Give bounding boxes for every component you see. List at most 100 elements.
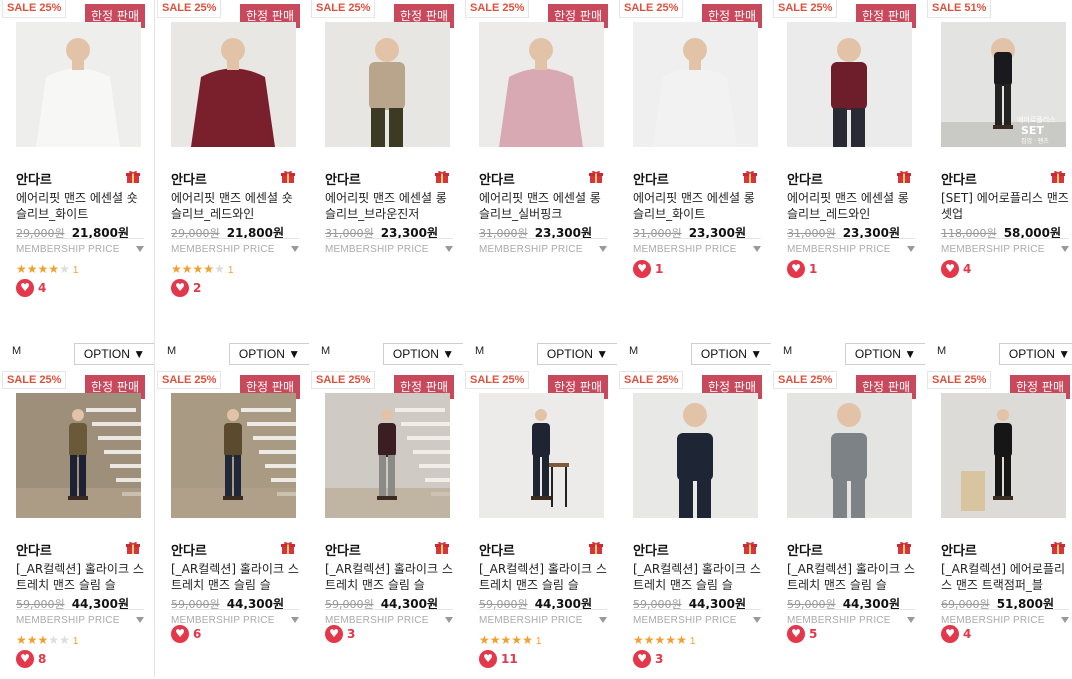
gift-icon	[126, 541, 140, 554]
membership-price-label: MEMBERSHIP PRICE	[325, 244, 429, 255]
brand-name: 안다르	[16, 544, 52, 559]
product-card[interactable]: SALE 25% 한정 판매 안다르 [_AR컬렉션] 홀라이크 스트레치 맨즈 슬림…	[155, 365, 310, 677]
star-icon: ★	[26, 633, 38, 647]
product-image[interactable]	[787, 22, 912, 147]
brand-name: 안다르	[787, 173, 823, 188]
product-name[interactable]: [SET] 에어로플리스 맨즈 셋업	[941, 190, 1071, 222]
like-button[interactable]: ♥ 4	[16, 277, 47, 297]
star-icon: ★	[48, 633, 60, 647]
option-button[interactable]: OPTION ▼	[691, 343, 771, 365]
product-card[interactable]: SALE 25% 한정 판매 안다르 에어리핏 맨즈 에센셜 롱슬리브_실버핑크 31,…	[463, 0, 618, 371]
product-name[interactable]: [_AR컬렉션] 홀라이크 스트레치 맨즈 슬림 슬	[16, 561, 146, 593]
product-card[interactable]: SALE 25% 한정 판매 안다르 [_AR컬렉션] 홀라이크 스트레치 맨즈 슬림…	[0, 365, 155, 677]
star-icon: ★	[171, 262, 182, 276]
gift-icon	[281, 541, 295, 554]
size-label: M	[783, 345, 793, 357]
product-card[interactable]: SALE 25% 한정 판매 안다르 에어리핏 맨즈 에센셜 숏슬리브_화이트 29,0…	[0, 0, 155, 371]
sale-badge: SALE 25%	[465, 0, 530, 18]
sale-badge: SALE 51%	[927, 0, 992, 18]
product-image[interactable]: 에어로플리스 SET 집업 · 팬츠	[941, 22, 1066, 147]
membership-price-toggle[interactable]: MEMBERSHIP PRICE	[479, 609, 607, 631]
like-count: 4	[38, 280, 47, 295]
product-image[interactable]	[325, 393, 450, 518]
gift-icon	[743, 170, 757, 183]
membership-price-toggle[interactable]: MEMBERSHIP PRICE	[16, 238, 144, 260]
product-card[interactable]: SALE 51% 에어로플리스 SET 집업 · 팬츠 안다르 [SET] 에어로플리스 …	[925, 0, 1072, 371]
product-card[interactable]: SALE 25% 한정 판매 안다르 [_AR컬렉션] 에어로플리스 맨즈 트랙점퍼_…	[925, 365, 1072, 677]
membership-price-toggle[interactable]: MEMBERSHIP PRICE	[787, 238, 915, 260]
product-image[interactable]	[171, 393, 296, 518]
like-button[interactable]: ♥ 5	[787, 623, 817, 643]
membership-price-toggle[interactable]: MEMBERSHIP PRICE	[325, 238, 453, 260]
rating-count: 1	[227, 265, 234, 276]
product-image[interactable]	[16, 393, 141, 518]
product-card[interactable]: SALE 25% 한정 판매 안다르 에어리핏 맨즈 에센셜 숏슬리브_레드와인 29,…	[155, 0, 310, 371]
product-card[interactable]: SALE 25% 한정 판매 안다르 [_AR컬렉션] 홀라이크 스트레치 맨즈 슬림…	[463, 365, 618, 677]
option-button[interactable]: OPTION ▼	[383, 343, 463, 365]
product-card[interactable]: SALE 25% 한정 판매 안다르 에어리핏 맨즈 에센셜 롱슬리브_브라운진저 31…	[309, 0, 464, 371]
membership-price-toggle[interactable]: MEMBERSHIP PRICE	[171, 238, 299, 260]
product-image[interactable]	[633, 393, 758, 518]
brand-name: 안다르	[479, 173, 515, 188]
like-button[interactable]: ♥ 6	[171, 623, 201, 643]
product-name[interactable]: 에어리핏 맨즈 에센셜 롱슬리브_브라운진저	[325, 190, 455, 222]
product-image[interactable]	[325, 22, 450, 147]
chevron-down-icon	[907, 617, 915, 623]
product-name[interactable]: 에어리핏 맨즈 에센셜 숏슬리브_레드와인	[171, 190, 301, 222]
product-name[interactable]: [_AR컬렉션] 에어로플리스 맨즈 트랙점퍼_블	[941, 561, 1071, 593]
product-card[interactable]: SALE 25% 한정 판매 안다르 [_AR컬렉션] 홀라이크 스트레치 맨즈 슬림…	[771, 365, 926, 677]
product-name[interactable]: [_AR컬렉션] 홀라이크 스트레치 맨즈 슬림 슬	[479, 561, 609, 593]
product-image[interactable]	[941, 393, 1066, 518]
product-name[interactable]: 에어리핏 맨즈 에센셜 롱슬리브_실버핑크	[479, 190, 609, 222]
product-image[interactable]	[479, 22, 604, 147]
product-name[interactable]: [_AR컬렉션] 홀라이크 스트레치 맨즈 슬림 슬	[171, 561, 301, 593]
rating: ★★★★★ 1	[16, 258, 78, 276]
product-card[interactable]: SALE 25% 한정 판매 안다르 [_AR컬렉션] 홀라이크 스트레치 맨즈 슬림…	[309, 365, 464, 677]
product-image[interactable]	[171, 22, 296, 147]
like-button[interactable]: ♥ 1	[787, 258, 818, 278]
like-count: 11	[501, 651, 518, 666]
product-name[interactable]: 에어리핏 맨즈 에센셜 롱슬리브_화이트	[633, 190, 763, 222]
product-image[interactable]	[787, 393, 912, 518]
chevron-down-icon	[445, 617, 453, 623]
option-button[interactable]: OPTION ▼	[537, 343, 617, 365]
option-button[interactable]: OPTION ▼	[74, 343, 154, 365]
like-button[interactable]: ♥ 1	[633, 258, 663, 278]
star-icon: ★	[59, 262, 70, 276]
product-card[interactable]: SALE 25% 한정 판매 안다르 에어리핏 맨즈 에센셜 롱슬리브_레드와인 31,…	[771, 0, 926, 371]
like-button[interactable]: ♥ 3	[633, 648, 663, 668]
like-button[interactable]: ♥ 4	[941, 258, 971, 278]
product-name[interactable]: 에어리핏 맨즈 에센셜 숏슬리브_화이트	[16, 190, 146, 222]
like-button[interactable]: ♥ 11	[479, 648, 518, 668]
product-name[interactable]: [_AR컬렉션] 홀라이크 스트레치 맨즈 슬림 슬	[325, 561, 455, 593]
like-button[interactable]: ♥ 2	[171, 277, 201, 297]
product-image[interactable]	[16, 22, 141, 147]
heart-icon: ♥	[325, 624, 343, 643]
option-button[interactable]: OPTION ▼	[999, 343, 1072, 365]
sale-badge: SALE 25%	[927, 371, 992, 389]
gift-icon	[281, 170, 295, 183]
chevron-down-icon	[753, 246, 761, 252]
product-name[interactable]: [_AR컬렉션] 홀라이크 스트레치 맨즈 슬림 슬	[633, 561, 763, 593]
like-button[interactable]: ♥ 4	[941, 623, 971, 643]
product-name[interactable]: [_AR컬렉션] 홀라이크 스트레치 맨즈 슬림 슬	[787, 561, 917, 593]
option-button[interactable]: OPTION ▼	[229, 343, 309, 365]
gift-icon	[1051, 170, 1065, 183]
like-button[interactable]: ♥ 8	[16, 648, 46, 668]
like-count: 1	[809, 261, 818, 276]
chevron-down-icon	[599, 246, 607, 252]
option-button[interactable]: OPTION ▼	[845, 343, 925, 365]
membership-price-toggle[interactable]: MEMBERSHIP PRICE	[16, 609, 144, 631]
like-button[interactable]: ♥ 3	[325, 623, 355, 643]
product-image[interactable]	[479, 393, 604, 518]
product-image[interactable]	[633, 22, 758, 147]
gift-icon	[1051, 541, 1065, 554]
membership-price-toggle[interactable]: MEMBERSHIP PRICE	[479, 238, 607, 260]
membership-price-toggle[interactable]: MEMBERSHIP PRICE	[633, 238, 761, 260]
membership-price-toggle[interactable]: MEMBERSHIP PRICE	[941, 238, 1069, 260]
product-card[interactable]: SALE 25% 한정 판매 안다르 [_AR컬렉션] 홀라이크 스트레치 맨즈 슬림…	[617, 365, 772, 677]
product-name[interactable]: 에어리핏 맨즈 에센셜 롱슬리브_레드와인	[787, 190, 917, 222]
brand-name: 안다르	[325, 544, 361, 559]
membership-price-toggle[interactable]: MEMBERSHIP PRICE	[633, 609, 761, 631]
product-card[interactable]: SALE 25% 한정 판매 안다르 에어리핏 맨즈 에센셜 롱슬리브_화이트 31,0…	[617, 0, 772, 371]
